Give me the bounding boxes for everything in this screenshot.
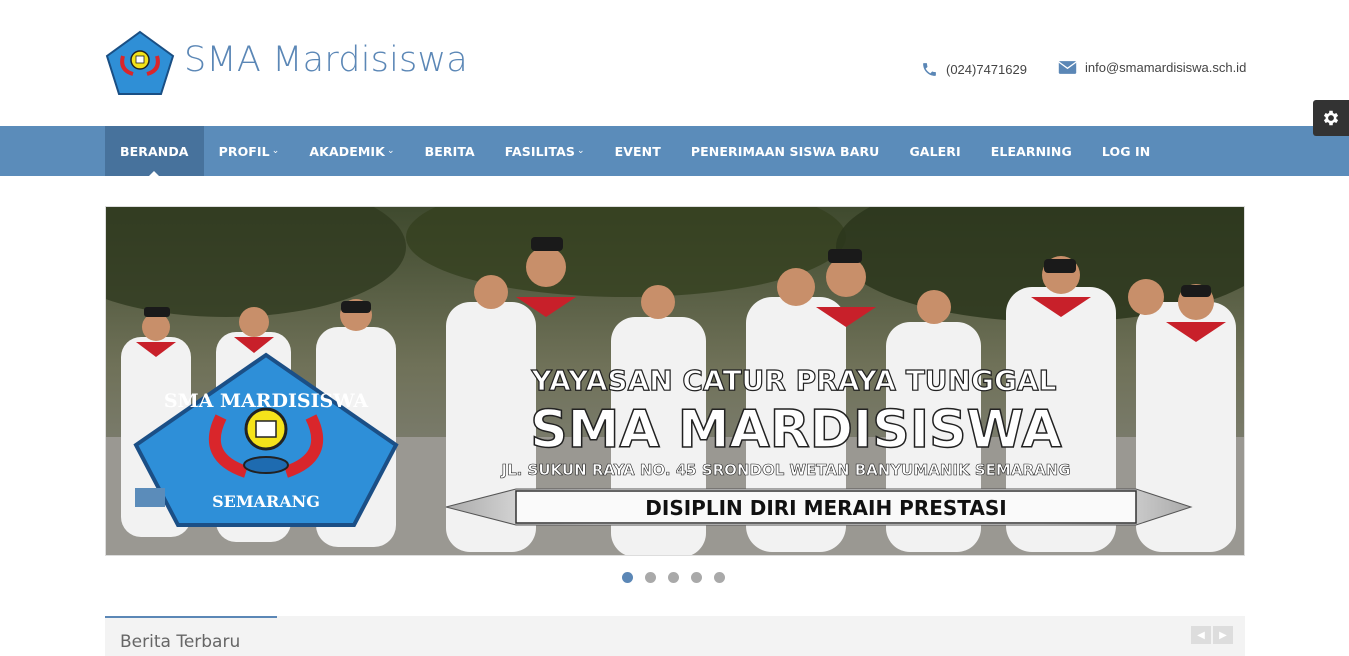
nav-item-berita[interactable]: BERITA <box>410 126 490 176</box>
phone-icon <box>921 61 938 78</box>
slider-dot-5[interactable] <box>714 572 725 583</box>
settings-toggle-button[interactable] <box>1313 100 1349 136</box>
site-title[interactable]: SMA Mardisiswa <box>184 40 468 80</box>
main-navigation: BERANDA PROFIL ⌄ AKADEMIK ⌄ BERITA FASILIT… <box>0 126 1349 176</box>
chevron-right-icon[interactable]: ▶ <box>1213 626 1233 644</box>
gear-icon <box>1323 110 1339 126</box>
slide-motto-banner: DISIPLIN DIRI MERAIH PRESTASI <box>645 496 1006 520</box>
contact-phone: (024)7471629 <box>921 61 1027 78</box>
slide-logo-text-bottom: SEMARANG <box>212 492 320 511</box>
hero-slide-image: SMA MARDISISWA SEMARANG YAYASAN CATUR PR… <box>106 207 1244 555</box>
news-section-title: Berita Terbaru <box>120 632 241 652</box>
nav-item-profil[interactable]: PROFIL ⌄ <box>204 126 295 176</box>
nav-item-log-in[interactable]: LOG IN <box>1087 126 1165 176</box>
phone-number: (024)7471629 <box>946 62 1027 77</box>
slide-heading-school: SMA MARDISISWA <box>530 400 1062 460</box>
nav-item-elearning[interactable]: ELEARNING <box>976 126 1087 176</box>
envelope-icon <box>1058 60 1077 75</box>
nav-item-galeri[interactable]: GALERI <box>894 126 975 176</box>
chevron-left-icon[interactable]: ◀ <box>1191 626 1211 644</box>
email-address[interactable]: info@smamardisiswa.sch.id <box>1085 60 1246 75</box>
slider-dot-1[interactable] <box>622 572 633 583</box>
slide-heading-yayasan: YAYASAN CATUR PRAYA TUNGGAL <box>531 364 1057 397</box>
slide-caption-marker[interactable] <box>135 488 165 507</box>
news-carousel-controls: ◀ ▶ <box>1191 626 1233 644</box>
contact-email: info@smamardisiswa.sch.id <box>1058 60 1246 75</box>
slide-address: JL. SUKUN RAYA NO. 45 SRONDOL WETAN BANY… <box>501 461 1071 479</box>
slider-pagination <box>622 572 725 583</box>
nav-item-fasilitas[interactable]: FASILITAS ⌄ <box>490 126 600 176</box>
nav-item-penerimaan-siswa-baru[interactable]: PENERIMAAN SISWA BARU <box>676 126 895 176</box>
school-logo[interactable] <box>105 30 175 96</box>
slider-dot-2[interactable] <box>645 572 656 583</box>
slider-dot-3[interactable] <box>668 572 679 583</box>
nav-item-akademik[interactable]: AKADEMIK ⌄ <box>294 126 409 176</box>
latest-news-section: Berita Terbaru ◀ ▶ <box>105 616 1245 656</box>
nav-item-event[interactable]: EVENT <box>600 126 676 176</box>
chevron-down-icon: ⌄ <box>386 146 395 156</box>
chevron-down-icon: ⌄ <box>576 146 585 156</box>
chevron-down-icon: ⌄ <box>271 146 280 156</box>
news-tab-indicator <box>105 616 277 618</box>
nav-item-beranda[interactable]: BERANDA <box>105 126 204 176</box>
slider-dot-4[interactable] <box>691 572 702 583</box>
site-header: SMA Mardisiswa (024)7471629 info@smamard… <box>0 0 1349 136</box>
hero-slider[interactable]: SMA MARDISISWA SEMARANG YAYASAN CATUR PR… <box>105 206 1245 556</box>
